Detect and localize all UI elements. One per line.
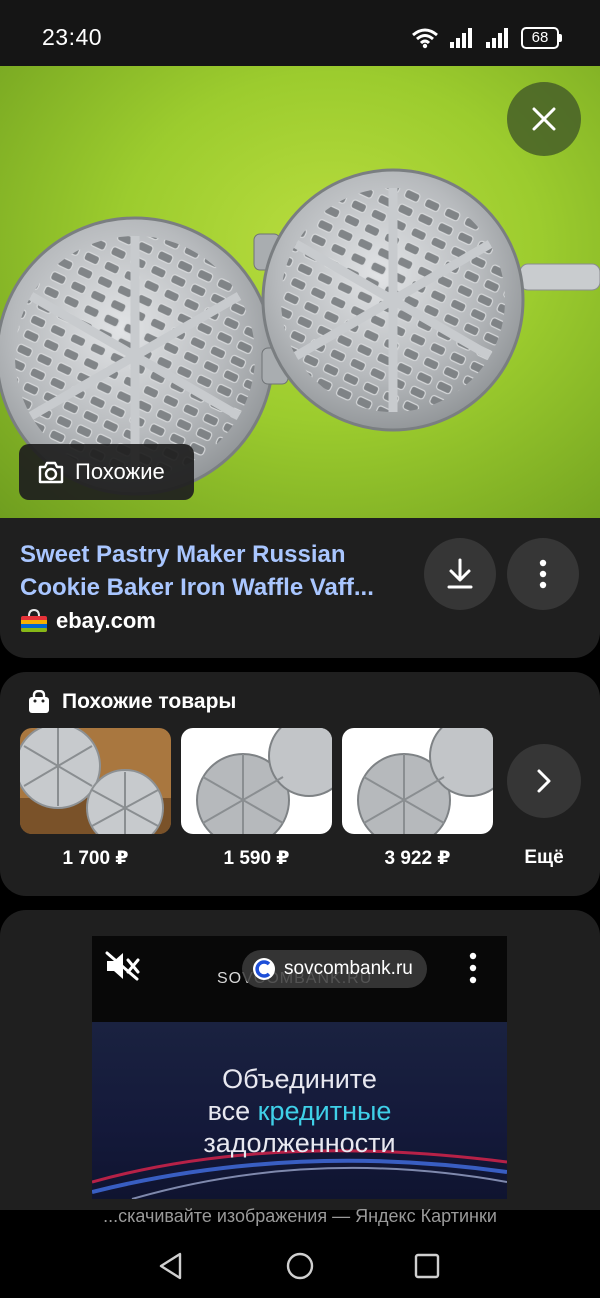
ebay-shopping-bag-icon (21, 609, 47, 632)
product-price: 3 922 ₽ (384, 848, 451, 869)
signal-icon (450, 28, 472, 48)
wifi-icon (412, 28, 438, 49)
more-vertical-icon (539, 559, 547, 589)
more-products-label[interactable]: Ещё (503, 847, 585, 869)
page-caption: ...скачивайте изображения — Яндекс Карти… (103, 1206, 497, 1226)
ad-video-header: SOVCOMBANK.RU sovcombank.ru (92, 936, 507, 1022)
source-link[interactable]: ebay.com (20, 608, 156, 634)
similar-button-label: Похожие (75, 459, 165, 484)
ad-content: Объедините все кредитные задолженности (92, 1022, 507, 1199)
download-button[interactable] (424, 538, 496, 610)
status-icons: 68 (411, 24, 562, 52)
result-title[interactable]: Sweet Pastry Maker Russian Cookie Baker … (20, 538, 415, 604)
home-icon[interactable] (286, 1252, 314, 1280)
close-icon (532, 107, 556, 131)
ad-domain-chip[interactable]: sovcombank.ru (242, 950, 427, 988)
product-price: 1 700 ₽ (62, 848, 129, 869)
product-price: 1 590 ₽ (223, 848, 290, 869)
signal-icon-2 (486, 28, 508, 48)
product-image (20, 728, 171, 834)
product-card[interactable]: 1 590 ₽ (181, 728, 332, 870)
source-domain: ebay.com (56, 608, 156, 633)
product-card[interactable]: 1 700 ₽ (20, 728, 171, 870)
battery-icon: 68 (521, 27, 562, 49)
result-title-line1: Sweet Pastry Maker Russian (20, 541, 346, 568)
close-button[interactable] (507, 82, 581, 156)
ad-text-line2: все кредитные (92, 1096, 507, 1127)
status-bar: 23:40 68 (0, 0, 600, 66)
ad-text-line2b: кредитные (257, 1096, 392, 1126)
ad-text-line1: Объедините (222, 1064, 377, 1094)
similar-images-button[interactable]: Похожие (19, 444, 194, 500)
status-time: 23:40 (42, 24, 103, 50)
system-nav-bar (0, 1232, 600, 1298)
camera-icon (38, 461, 64, 484)
ad-domain: sovcombank.ru (284, 958, 413, 979)
back-icon[interactable] (158, 1252, 184, 1280)
sovcombank-logo-icon (253, 958, 275, 980)
mute-icon[interactable] (104, 950, 142, 982)
more-vertical-icon[interactable] (469, 952, 477, 984)
product-image (181, 728, 332, 834)
similar-products-header: Похожие товары (28, 690, 236, 714)
recents-icon[interactable] (414, 1253, 440, 1279)
similar-products-section: Похожие товары 1 700 ₽ 1 590 ₽ 3 922 ₽ Е… (0, 672, 600, 896)
result-title-line2: Cookie Baker Iron Waffle Vaff... (20, 574, 374, 601)
battery-level: 68 (521, 27, 559, 49)
more-options-button[interactable] (507, 538, 579, 610)
similar-products-title: Похожие товары (62, 690, 237, 713)
ad-text-line3: задолженности (203, 1128, 396, 1158)
ad-banner[interactable]: SOVCOMBANK.RU sovcombank.ru Объедините в… (92, 936, 507, 1199)
more-products-button[interactable] (507, 744, 581, 818)
product-card[interactable]: 3 922 ₽ (342, 728, 493, 870)
ad-text-line2a: все (207, 1096, 258, 1126)
shopping-bag-icon (29, 690, 49, 713)
hero-image[interactable]: Похожие (0, 66, 600, 518)
download-icon (447, 558, 473, 589)
product-image (342, 728, 493, 834)
chevron-right-icon (537, 769, 551, 793)
result-info-card: Sweet Pastry Maker Russian Cookie Baker … (0, 518, 600, 658)
